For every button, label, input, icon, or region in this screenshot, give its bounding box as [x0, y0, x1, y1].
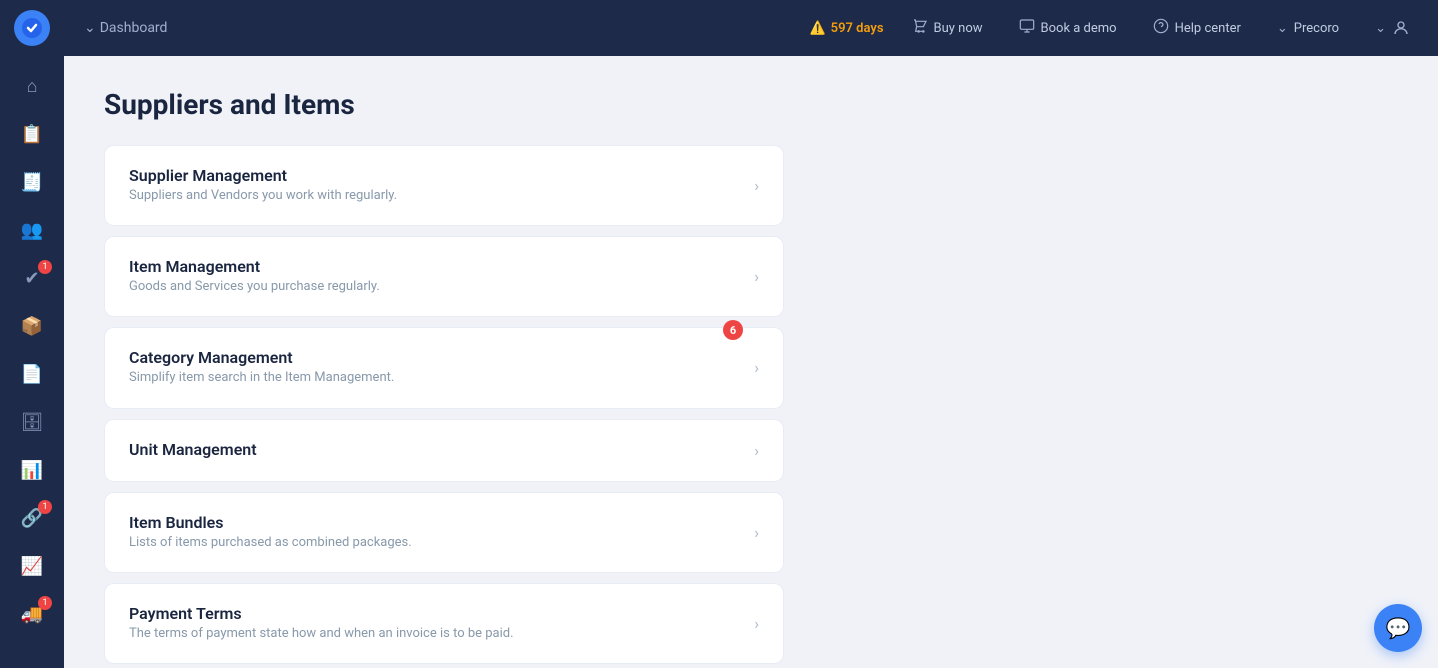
demo-icon [1019, 18, 1035, 38]
card-title-category-management: Category Management [129, 348, 738, 367]
chat-button[interactable]: 💬 [1374, 604, 1422, 652]
card-text-item-bundles: Item Bundles Lists of items purchased as … [129, 513, 738, 552]
card-arrow-item-bundles: › [754, 523, 759, 542]
sidebar-badge-deliveries: 1 [38, 596, 52, 610]
warning-icon: ⚠️ [809, 21, 825, 36]
card-item-management[interactable]: Item Management Goods and Services you pu… [104, 236, 784, 317]
app-logo[interactable] [0, 0, 64, 56]
sidebar-item-analytics[interactable]: 📈 [8, 544, 56, 588]
sidebar-item-home[interactable]: ⌂ [8, 64, 56, 108]
main-content: Suppliers and Items Supplier ManagementS… [64, 56, 1438, 668]
card-desc-category-management: Simplify item search in the Item Managem… [129, 369, 738, 387]
sidebar-item-invoices[interactable]: 🧾 [8, 160, 56, 204]
sidebar-badge-approvals: 1 [38, 260, 52, 274]
card-text-category-management: Category Management Simplify item search … [129, 348, 738, 387]
warning-days: 597 days [831, 21, 884, 36]
card-arrow-unit-management: › [754, 441, 759, 460]
card-arrow-category-management: › [754, 358, 759, 377]
card-desc-item-bundles: Lists of items purchased as combined pac… [129, 534, 738, 552]
topbar-dashboard[interactable]: ⌄ Dashboard [84, 20, 167, 36]
sidebar-item-users[interactable]: 👥 [8, 208, 56, 252]
sidebar-item-purchase-orders[interactable]: 📋 [8, 112, 56, 156]
user-avatar-button[interactable]: ⌄ [1367, 15, 1418, 41]
book-demo-button[interactable]: Book a demo [1011, 14, 1125, 42]
card-text-item-management: Item Management Goods and Services you pu… [129, 257, 738, 296]
chevron-down-icon: ⌄ [1277, 21, 1288, 36]
chat-icon: 💬 [1386, 616, 1411, 640]
card-title-unit-management: Unit Management [129, 440, 738, 459]
help-icon [1153, 18, 1169, 38]
page-title: Suppliers and Items [104, 88, 1398, 121]
card-desc-item-management: Goods and Services you purchase regularl… [129, 278, 738, 296]
card-title-payment-terms: Payment Terms [129, 604, 738, 623]
buy-now-button[interactable]: Buy now [904, 14, 991, 42]
buy-now-label: Buy now [934, 21, 983, 36]
card-supplier-management[interactable]: Supplier Management Suppliers and Vendors… [104, 145, 784, 226]
sidebar-item-reports[interactable]: 📊 [8, 448, 56, 492]
chevron-down-icon: ⌄ [84, 20, 96, 36]
card-unit-management[interactable]: Unit Management › [104, 419, 784, 482]
card-desc-supplier-management: Suppliers and Vendors you work with regu… [129, 187, 738, 205]
card-text-supplier-management: Supplier Management Suppliers and Vendors… [129, 166, 738, 205]
card-item-bundles[interactable]: Item Bundles Lists of items purchased as … [104, 492, 784, 573]
dashboard-label: Dashboard [100, 20, 168, 36]
card-arrow-payment-terms: › [754, 614, 759, 633]
sidebar-item-deliveries[interactable]: 🚚1 [8, 592, 56, 636]
card-badge-category-management: 6 [723, 320, 743, 340]
sidebar-item-connections[interactable]: 🔗1 [8, 496, 56, 540]
cart-icon [912, 18, 928, 38]
user-menu-button[interactable]: ⌄ Precoro [1269, 17, 1347, 40]
book-demo-label: Book a demo [1041, 21, 1117, 36]
card-list: Supplier Management Suppliers and Vendors… [104, 145, 784, 668]
card-text-unit-management: Unit Management [129, 440, 738, 461]
card-title-supplier-management: Supplier Management [129, 166, 738, 185]
sidebar: ⌂📋🧾👥✔1📦📄🗄📊🔗1📈🚚1 [0, 0, 64, 668]
card-title-item-management: Item Management [129, 257, 738, 276]
help-center-label: Help center [1175, 21, 1241, 36]
sidebar-item-receipts[interactable]: 📦 [8, 304, 56, 348]
card-text-payment-terms: Payment Terms The terms of payment state … [129, 604, 738, 643]
card-category-management[interactable]: 6Category ManagementSimplify item search… [104, 327, 784, 408]
sidebar-item-documents[interactable]: 📄 [8, 352, 56, 396]
card-arrow-supplier-management: › [754, 176, 759, 195]
user-label: Precoro [1294, 21, 1339, 36]
help-center-button[interactable]: Help center [1145, 14, 1249, 42]
card-title-item-bundles: Item Bundles [129, 513, 738, 532]
card-payment-terms[interactable]: Payment Terms The terms of payment state … [104, 583, 784, 664]
sidebar-item-archive[interactable]: 🗄 [8, 400, 56, 444]
chevron-down-icon: ⌄ [1375, 21, 1386, 36]
sidebar-item-approvals[interactable]: ✔1 [8, 256, 56, 300]
sidebar-nav: ⌂📋🧾👥✔1📦📄🗄📊🔗1📈🚚1 [0, 56, 64, 644]
topbar: ⌄ Dashboard ⚠️ 597 days Buy now Book a d… [64, 0, 1438, 56]
card-arrow-item-management: › [754, 267, 759, 286]
main-wrapper: ⌄ Dashboard ⚠️ 597 days Buy now Book a d… [64, 0, 1438, 668]
sidebar-badge-connections: 1 [38, 500, 52, 514]
card-desc-payment-terms: The terms of payment state how and when … [129, 625, 738, 643]
topbar-warning[interactable]: ⚠️ 597 days [809, 21, 883, 36]
